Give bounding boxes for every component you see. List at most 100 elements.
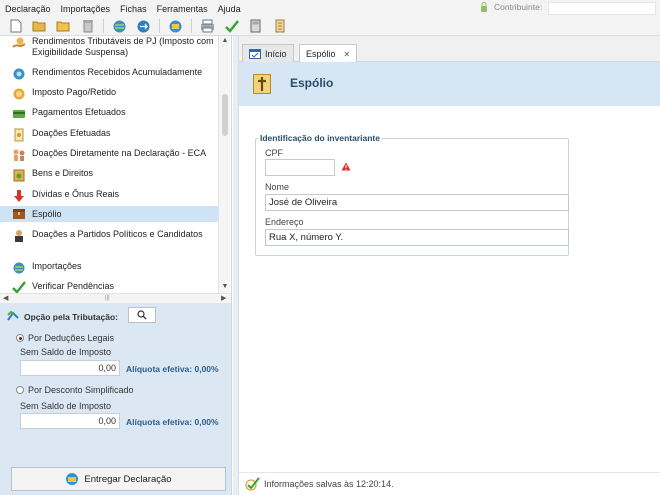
sidebar-item-importacoes[interactable]: Importações — [0, 261, 218, 275]
lock-icon — [481, 2, 487, 12]
menu-ferramentas[interactable]: Ferramentas — [157, 4, 208, 14]
scroll-left-icon[interactable]: ◀ — [3, 294, 8, 303]
tab-espolio[interactable]: Espólio ✕ — [299, 44, 358, 63]
menu-importacoes[interactable]: Importações — [61, 4, 111, 14]
transmit-globe-icon[interactable] — [111, 18, 128, 34]
globe-refresh-icon[interactable] — [167, 18, 184, 34]
sidebar-item-rendimentos-pj-suspensa[interactable]: Rendimentos Tributáveis de PJ (Imposto c… — [0, 36, 218, 58]
status-bar: Informações salvas às 12:20:14. — [239, 472, 660, 495]
sidebar-item-label: Bens e Direitos — [32, 168, 94, 178]
search-icon — [137, 310, 147, 320]
debt-arrow-icon — [12, 189, 26, 203]
sidebar-item-rendimentos-acumuladamente[interactable]: Rendimentos Recebidos Acumuladamente — [0, 67, 218, 81]
sidebar-item-imposto-pago[interactable]: Imposto Pago/Retido — [0, 87, 218, 101]
calculator-icon[interactable] — [247, 18, 264, 34]
search-button[interactable] — [128, 307, 156, 323]
cross-icon — [253, 74, 271, 94]
menu-ajuda[interactable]: Ajuda — [218, 4, 241, 14]
scrollbar-grip-icon[interactable]: ||| — [105, 295, 110, 301]
children-icon — [12, 148, 26, 162]
tab-inicio[interactable]: Início — [242, 44, 294, 62]
new-document-icon[interactable] — [7, 18, 24, 34]
radio-desconto-simplificado[interactable] — [16, 386, 24, 394]
sidebar-horizontal-scrollbar[interactable]: ◀ ||| ▶ — [0, 293, 231, 303]
entregar-declaracao-button[interactable]: Entregar Declaração — [11, 467, 226, 491]
entregar-label: Entregar Declaração — [84, 473, 172, 485]
sidebar-item-dividas[interactable]: Dívidas e Ônus Reais — [0, 189, 218, 203]
chest-icon — [12, 207, 26, 221]
house-money-icon — [12, 168, 26, 182]
cpf-field[interactable] — [265, 159, 335, 176]
sidebar-vertical-scrollbar[interactable]: ▲ ▼ — [218, 36, 230, 293]
receipt-icon[interactable] — [271, 18, 288, 34]
toolbar-separator — [103, 19, 104, 33]
deducoes-aliquota: Alíquota efetiva: 0,00% — [126, 364, 219, 374]
option-deducoes-label: Por Deduções Legais — [28, 333, 115, 343]
inventariante-section: Identificação do inventariante CPF Nome … — [255, 133, 569, 256]
sidebar-item-label: Rendimentos Tributáveis de PJ (Imposto c… — [32, 36, 214, 57]
sidebar-item-label: Verificar Pendências — [32, 281, 115, 291]
toolbar-separator — [159, 19, 160, 33]
close-icon[interactable]: ✕ — [344, 50, 351, 59]
contributor-area: Contribuinte: — [480, 2, 542, 12]
hand-coin-icon — [12, 36, 26, 50]
contributor-field[interactable] — [548, 2, 656, 15]
toolbar — [0, 17, 660, 36]
deducoes-value-field: 0,00 — [20, 360, 120, 376]
tributacao-title: Opção pela Tributação: — [24, 312, 118, 322]
menu-fichas[interactable]: Fichas — [120, 4, 147, 14]
sidebar-item-bens-direitos[interactable]: Bens e Direitos — [0, 168, 218, 182]
import-icon — [12, 261, 26, 275]
check-icon[interactable] — [223, 18, 240, 34]
tributacao-panel: Opção pela Tributação: Por Deduções Lega… — [0, 303, 232, 495]
option-deducoes-sublabel: Sem Saldo de Imposto — [20, 347, 112, 357]
warning-icon — [341, 162, 351, 171]
card-icon — [12, 107, 26, 121]
sidebar-item-label: Espólio — [32, 208, 62, 219]
sidebar-item-label: Doações a Partidos Políticos e Candidato… — [32, 229, 203, 239]
sidebar-item-pagamentos[interactable]: Pagamentos Efetuados — [0, 107, 218, 121]
endereco-field[interactable]: Rua X, número Y. — [265, 229, 569, 246]
tab-bar: Início Espólio ✕ — [239, 36, 660, 63]
toolbar-separator — [191, 19, 192, 33]
coins-icon — [12, 67, 26, 81]
tab-label: Espólio — [306, 49, 336, 59]
scroll-down-icon[interactable]: ▼ — [221, 283, 229, 291]
sidebar-item-label: Pagamentos Efetuados — [32, 107, 126, 117]
globe-arrows-icon[interactable] — [135, 18, 152, 34]
scrollbar-thumb[interactable] — [222, 94, 228, 136]
radio-deducoes-legais[interactable] — [16, 334, 24, 342]
page-title: Espólio — [290, 76, 334, 90]
main-content: Início Espólio ✕ Espólio Identificação d… — [239, 36, 660, 495]
print-icon[interactable] — [199, 18, 216, 34]
contributor-label: Contribuinte: — [494, 2, 543, 12]
folder-icon[interactable] — [55, 18, 72, 34]
option-simplificado-label: Por Desconto Simplificado — [28, 385, 134, 395]
menu-declaracao[interactable]: Declaração — [5, 4, 51, 14]
sidebar-item-label: Imposto Pago/Retido — [32, 87, 117, 97]
status-text: Informações salvas às 12:20:14. — [264, 479, 394, 489]
page-header: Espólio — [239, 62, 660, 106]
tab-label: Início — [265, 48, 287, 59]
simplificado-aliquota: Alíquota efetiva: 0,00% — [126, 417, 219, 427]
sidebar-item-label: Doações Diretamente na Declaração - ECA — [32, 148, 207, 158]
sidebar-item-label: Doações Efetuadas — [32, 128, 111, 138]
sidebar-item-doacoes-partidos[interactable]: Doações a Partidos Políticos e Candidato… — [0, 229, 218, 243]
option-simplificado-sublabel: Sem Saldo de Imposto — [20, 401, 112, 411]
sidebar-item-label: Dívidas e Ônus Reais — [32, 189, 120, 199]
simplificado-value-field: 0,00 — [20, 413, 120, 429]
sidebar-item-label: Rendimentos Recebidos Acumuladamente — [32, 67, 203, 77]
cpf-label: CPF — [265, 148, 283, 158]
open-folder-icon[interactable] — [31, 18, 48, 34]
section-title: Identificação do inventariante — [258, 133, 382, 143]
nome-field[interactable]: José de Oliveira — [265, 194, 569, 211]
donation-icon — [12, 128, 26, 142]
sidebar-item-doacoes-eca[interactable]: Doações Diretamente na Declaração - ECA — [0, 148, 218, 162]
sidebar-item-doacoes[interactable]: Doações Efetuadas — [0, 128, 218, 142]
scroll-right-icon[interactable]: ▶ — [221, 294, 226, 303]
globe-icon — [66, 473, 79, 485]
saved-check-icon — [245, 477, 260, 491]
sidebar-item-espolio[interactable]: Espólio — [0, 206, 218, 222]
trash-icon[interactable] — [79, 18, 96, 34]
scroll-up-icon[interactable]: ▲ — [221, 37, 229, 45]
